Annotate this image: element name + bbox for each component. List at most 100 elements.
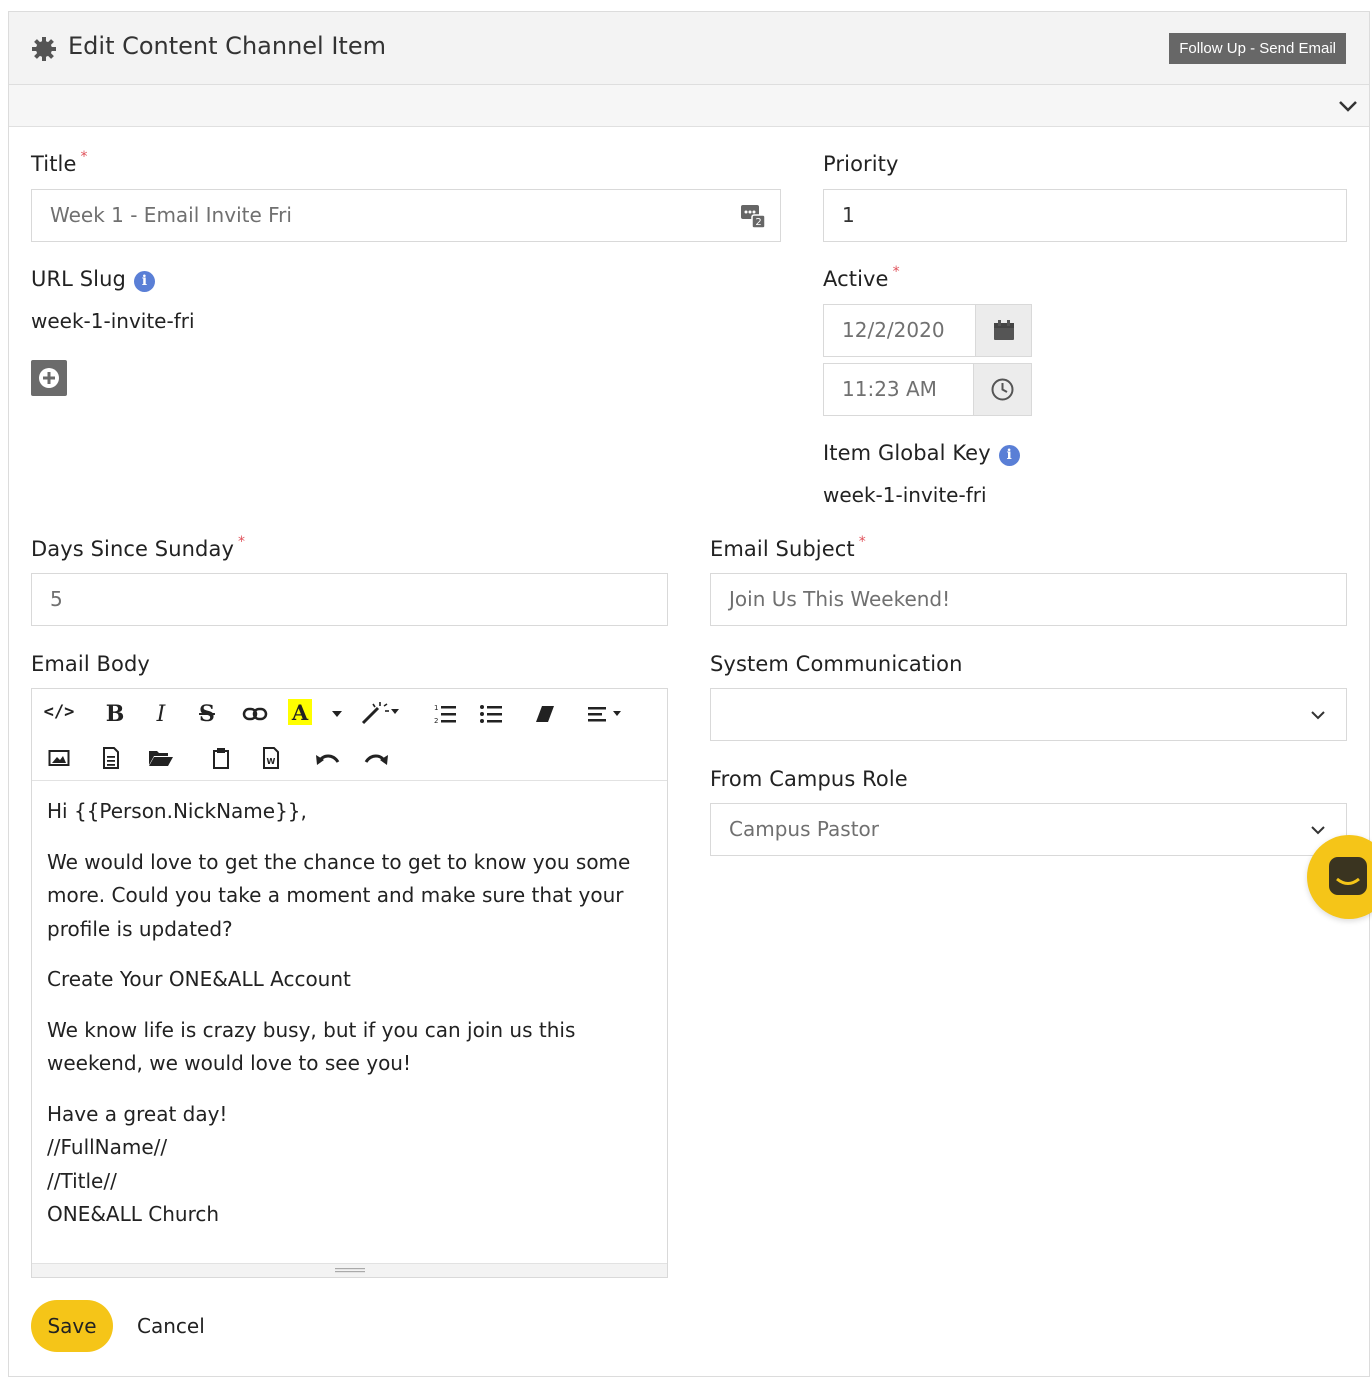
priority-input[interactable]: 1 [823,189,1347,242]
document-icon [103,747,119,769]
title-label: Title * [31,149,88,176]
undo-button[interactable] [314,746,342,772]
required-mark: * [237,534,246,550]
svg-text:2: 2 [755,217,761,228]
active-time-value: 11:23 AM [842,377,937,401]
italic-button[interactable]: I [148,701,174,727]
info-icon[interactable]: i [998,445,1020,466]
chevron-down-icon[interactable] [1337,95,1359,117]
text-color-button[interactable]: A [288,699,312,725]
clock-button[interactable] [973,364,1031,415]
item-global-key-label: Item Global Key i [823,441,1020,466]
unordered-list-button[interactable] [478,701,504,727]
align-button[interactable] [584,701,628,727]
days-since-sunday-input[interactable]: 5 [31,573,668,626]
body-paragraph: We would love to get the chance to get t… [47,849,631,941]
from-campus-role-select[interactable]: Campus Pastor [710,803,1347,856]
active-date-input[interactable]: 12/2/2020 [823,304,1032,357]
color-dropdown-button[interactable] [330,701,344,727]
bold-button[interactable]: B [102,701,128,727]
document-button[interactable] [98,745,124,771]
plus-circle-icon [39,368,59,388]
system-communication-select[interactable] [710,688,1347,741]
item-global-key-value: week-1-invite-fri [823,483,987,507]
email-subject-input[interactable]: Join Us This Weekend! [710,573,1347,626]
image-icon [48,750,70,766]
svg-text:2: 2 [434,717,438,725]
paste-button[interactable] [208,745,234,771]
info-icon[interactable]: i [133,271,155,292]
magic-wand-icon [361,702,399,725]
style-button[interactable] [360,700,400,726]
link-button[interactable] [240,701,270,727]
save-button[interactable]: Save [31,1300,113,1352]
redo-icon [364,754,388,765]
grip-icon [335,1268,365,1273]
required-mark: * [892,264,900,280]
url-slug-label: URL Slug i [31,267,155,292]
bullet-list-icon [480,705,502,723]
cancel-button[interactable]: Cancel [137,1314,205,1338]
active-label: Active * [823,264,900,291]
url-slug-value: week-1-invite-fri [31,309,195,333]
title-label-text: Title [31,152,77,176]
days-since-sunday-label: Days Since Sunday * [31,534,246,561]
email-body-content[interactable]: Hi {{Person.NickName}}, We would love to… [47,795,647,1232]
ordered-list-button[interactable]: 1 2 [432,701,458,727]
required-mark: * [858,534,866,550]
image-button[interactable] [46,745,72,771]
from-campus-role-value: Campus Pastor [729,817,879,841]
active-date-value: 12/2/2020 [842,318,945,342]
clear-format-button[interactable] [532,701,558,727]
align-left-icon [588,707,621,722]
eraser-icon [536,706,554,722]
editor-resize-handle[interactable] [32,1263,667,1277]
channel-badge: Follow Up - Send Email [1169,33,1346,64]
body-signature-line: //Title// [47,1168,117,1193]
system-communication-label: System Communication [710,652,963,676]
chevron-down-icon [1311,826,1325,835]
email-subject-label: Email Subject * [710,534,866,561]
caret-down-icon [332,711,342,717]
calendar-icon [994,320,1014,340]
redo-button[interactable] [362,746,390,772]
email-body-label: Email Body [31,652,150,676]
required-mark: * [80,149,88,165]
from-campus-role-label: From Campus Role [710,767,908,791]
item-global-key-label-text: Item Global Key [823,441,991,465]
code-view-button[interactable]: </> [44,699,75,725]
folder-open-icon [149,751,173,766]
body-signature-line: ONE&ALL Church [47,1202,220,1226]
title-input[interactable]: Week 1 - Email Invite Fri 2 [31,189,781,242]
active-label-text: Active [823,267,889,291]
email-subject-value: Join Us This Weekend! [729,587,951,611]
merge-field-icon[interactable]: 2 [740,203,766,229]
email-subject-label-text: Email Subject [710,537,855,561]
priority-input-value: 1 [842,203,855,227]
calendar-button[interactable] [975,305,1031,356]
page-title: Edit Content Channel Item [68,32,386,60]
chat-icon [1329,857,1367,895]
undo-icon [316,754,340,765]
active-time-input[interactable]: 11:23 AM [823,363,1032,416]
priority-label: Priority [823,152,899,176]
email-body-editor[interactable]: </> B I S A 1 2 W Hi {{Person.NickName}}… [31,688,668,1278]
body-greeting: Hi {{Person.NickName}}, [47,799,307,823]
word-document-icon: W [263,747,279,769]
strikethrough-button[interactable]: S [194,701,220,727]
body-signature-line: //FullName// [47,1135,168,1159]
clipboard-icon [213,748,229,769]
add-slug-button[interactable] [31,360,67,396]
body-signature-line: Have a great day! [47,1101,228,1126]
gear-icon [32,37,56,61]
clock-icon [991,378,1014,401]
paste-word-button[interactable]: W [258,745,284,771]
panel-subheader [9,85,1369,127]
folder-button[interactable] [146,745,176,771]
days-since-sunday-label-text: Days Since Sunday [31,537,234,561]
svg-text:W: W [267,757,276,766]
svg-text:1: 1 [434,704,438,712]
body-paragraph: Create Your ONE&ALL Account [47,967,351,991]
editor-toolbar: </> B I S A 1 2 W [32,689,667,781]
body-paragraph: We know life is crazy busy, but if you c… [47,1017,576,1076]
